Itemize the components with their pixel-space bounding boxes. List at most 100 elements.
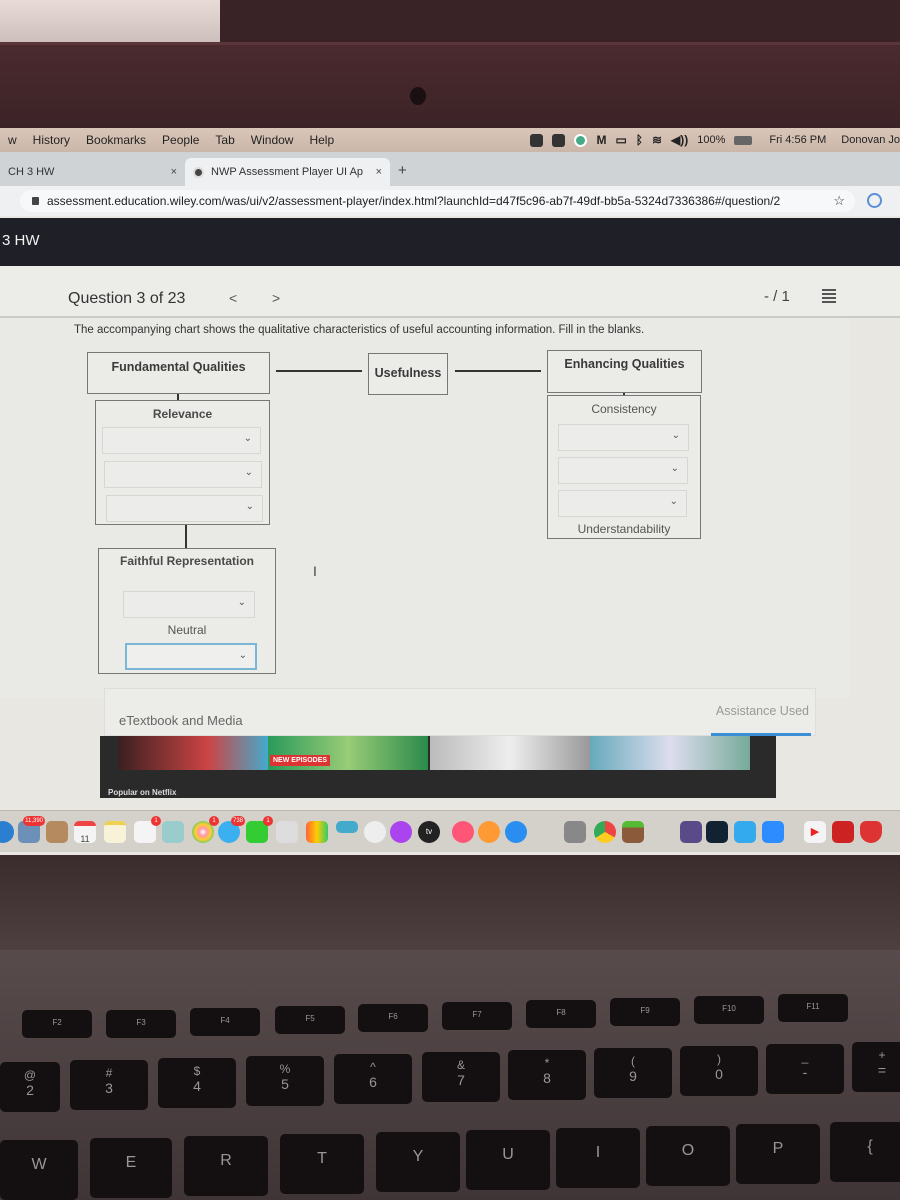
menu-window[interactable]: Window — [251, 133, 294, 147]
new-tab-button[interactable]: + — [398, 162, 407, 179]
dock-keynote-icon[interactable] — [336, 821, 358, 833]
dock-messages-icon[interactable]: 738 — [218, 816, 245, 843]
tab-label: CH 3 HW — [8, 166, 55, 178]
faithful-dropdown-1[interactable]: ⌄ — [123, 591, 255, 618]
chevron-down-icon: ⌄ — [243, 433, 252, 444]
mac-dock: 11,390 11 1 1 738 1 tv ▶ — [0, 810, 900, 852]
key-f8: F8 — [526, 1000, 596, 1028]
menu-people[interactable]: People — [162, 133, 199, 147]
calendar-day: 11 — [80, 834, 90, 844]
laptop-bezel — [0, 42, 900, 128]
question-list-icon[interactable] — [822, 289, 836, 303]
dock-zoom-icon[interactable] — [762, 821, 784, 843]
connector-left — [276, 370, 362, 372]
dock-notes-folder-icon[interactable] — [46, 821, 68, 843]
relevance-dropdown-1[interactable]: ⌄ — [102, 427, 261, 454]
neutral-label: Neutral — [167, 623, 207, 637]
key-o: O — [646, 1126, 730, 1186]
menu-help[interactable]: Help — [309, 133, 334, 147]
dock-calendar-icon[interactable]: 11 — [74, 821, 96, 844]
tv-label: tv — [425, 827, 433, 836]
dock-facetime-icon[interactable]: 1 — [246, 816, 273, 843]
menu-bookmarks[interactable]: Bookmarks — [86, 133, 146, 147]
assistance-used-tab[interactable]: Assistance Used — [716, 704, 809, 718]
next-question-button[interactable]: > — [272, 290, 280, 306]
dock-photos-icon[interactable]: 1 — [192, 816, 219, 843]
user-name[interactable]: Donovan Jo — [841, 134, 900, 146]
dock-mail-icon[interactable]: 11,390 — [18, 816, 45, 843]
key-f3: F3 — [106, 1010, 176, 1038]
fundamental-qualities-box: Fundamental Qualities — [87, 352, 270, 394]
netflix-thumb-4 — [590, 736, 750, 770]
dock-appstore-icon[interactable] — [505, 821, 527, 843]
dock-preview-icon[interactable] — [276, 821, 298, 843]
key-f9: F9 — [610, 998, 680, 1026]
dock-reminders-icon[interactable]: 1 — [134, 816, 161, 843]
enhancing-dropdown-3[interactable]: ⌄ — [558, 490, 687, 517]
assignment-title: 3 HW — [2, 232, 40, 249]
prev-question-button[interactable]: < — [229, 290, 237, 306]
dock-numbers-icon[interactable] — [306, 821, 328, 843]
popular-on-netflix-label: Popular on Netflix — [108, 788, 177, 797]
dock-minecraft-icon[interactable] — [622, 821, 644, 843]
webcam — [410, 87, 426, 105]
wifi-icon[interactable]: ≋ — [652, 133, 662, 147]
dock-youtube-dark-icon[interactable] — [832, 821, 854, 843]
scan-icon[interactable] — [552, 133, 566, 147]
enhancing-dropdown-1[interactable]: ⌄ — [558, 424, 689, 451]
consistency-label: Consistency — [591, 402, 657, 416]
key-0: ) 0 — [680, 1046, 758, 1096]
dock-vectorize-icon[interactable] — [734, 821, 756, 843]
menu-tab[interactable]: Tab — [215, 133, 234, 147]
relevance-dropdown-3[interactable]: ⌄ — [106, 495, 263, 522]
airplay-icon[interactable]: ▭ — [615, 133, 626, 147]
dock-safari-icon[interactable] — [0, 821, 14, 843]
dock-music-icon[interactable] — [364, 821, 386, 843]
key-u: U — [466, 1130, 550, 1190]
dock-youtube-icon[interactable]: ▶ — [804, 821, 826, 843]
dock-podcasts-icon[interactable] — [390, 821, 412, 843]
close-tab-icon[interactable]: × — [171, 166, 177, 178]
profile-icon[interactable] — [867, 193, 882, 208]
battery-percent[interactable]: 100% — [697, 134, 725, 146]
chrome-helper-icon[interactable] — [574, 133, 588, 147]
zoom-icon[interactable] — [530, 133, 544, 147]
chevron-down-icon: ⌄ — [244, 467, 253, 478]
menu-history[interactable]: History — [33, 133, 70, 147]
connector-relevance-faithful — [185, 525, 187, 548]
neutral-dropdown[interactable]: ⌄ — [125, 643, 257, 670]
dock-vpn-icon[interactable] — [706, 821, 728, 843]
bookmark-star-icon[interactable]: ☆ — [833, 193, 845, 209]
dock-chrome-icon[interactable] — [594, 821, 616, 843]
dock-news-icon[interactable] — [452, 821, 474, 843]
connector-right — [455, 370, 541, 372]
menu-view[interactable]: w — [8, 133, 17, 147]
close-tab-icon[interactable]: × — [376, 166, 382, 178]
tab-ch3-hw[interactable]: CH 3 HW × — [0, 158, 185, 186]
relevance-dropdown-2[interactable]: ⌄ — [104, 461, 262, 488]
dock-books-icon[interactable] — [478, 821, 500, 843]
clock[interactable]: Fri 4:56 PM — [769, 134, 826, 146]
enhancing-dropdown-2[interactable]: ⌄ — [558, 457, 688, 484]
dock-fortnite-icon[interactable] — [680, 821, 702, 843]
dock-system-preferences-icon[interactable] — [564, 821, 586, 843]
question-counter: Question 3 of 23 — [68, 290, 186, 307]
battery-icon[interactable] — [734, 135, 753, 145]
key-f5: F5 — [275, 1006, 345, 1034]
enhancing-qualities-label: Enhancing Qualities — [564, 357, 685, 371]
malwarebytes-icon[interactable]: M — [596, 133, 606, 147]
dock-maps-icon[interactable] — [162, 821, 184, 843]
assignment-header: 3 HW — [0, 218, 900, 266]
url-input[interactable]: assessment.education.wiley.com/was/ui/v2… — [20, 190, 855, 212]
facetime-badge: 1 — [263, 816, 273, 826]
volume-icon[interactable]: ◀)) — [671, 133, 688, 147]
dock-security-shield-icon[interactable] — [860, 821, 882, 843]
faithful-representation-label: Faithful Representation — [119, 554, 254, 568]
bluetooth-icon[interactable]: ᛒ — [636, 133, 643, 147]
dock-appletv-icon[interactable]: tv — [418, 821, 440, 843]
dock-notes-icon[interactable] — [104, 821, 126, 843]
etextbook-media-link[interactable]: eTextbook and Media — [119, 713, 243, 728]
key-t: T — [280, 1134, 364, 1194]
tab-nwp-assessment[interactable]: NWP Assessment Player UI Ap × — [185, 158, 390, 186]
key-p: P — [736, 1124, 820, 1184]
